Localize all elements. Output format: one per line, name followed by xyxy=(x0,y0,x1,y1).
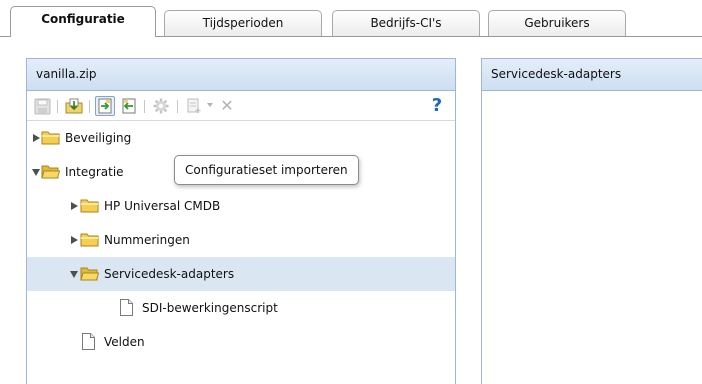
expand-arrow-icon[interactable] xyxy=(71,236,78,244)
tree-node-sdi-bewerkingenscript[interactable]: SDI-bewerkingenscript xyxy=(27,291,455,325)
import-icon[interactable] xyxy=(119,96,139,116)
panel-title: Servicedesk-adapters xyxy=(482,59,702,91)
collapse-arrow-icon[interactable] xyxy=(32,169,40,176)
collapse-arrow-icon[interactable] xyxy=(70,271,78,278)
tab-configuratie[interactable]: Configuratie xyxy=(10,6,156,37)
toolbar-separator xyxy=(144,100,145,113)
tree-node-label: Velden xyxy=(104,335,145,349)
tooltip: Configuratieset importeren xyxy=(174,155,359,185)
help-icon[interactable]: ? xyxy=(427,96,447,116)
chevron-down-icon[interactable] xyxy=(207,103,213,107)
file-icon xyxy=(120,299,133,316)
tree-node-label: Beveiliging xyxy=(65,131,132,145)
panel-title: vanilla.zip xyxy=(27,59,455,91)
tree-node-label: HP Universal CMDB xyxy=(104,199,221,213)
file-icon xyxy=(82,333,95,350)
folder-icon xyxy=(80,233,99,247)
details-panel: Servicedesk-adapters xyxy=(481,58,702,384)
open-folder-icon xyxy=(80,267,99,281)
tree-node-label: Nummeringen xyxy=(104,233,190,247)
tab-tijdsperioden[interactable]: Tijdsperioden xyxy=(164,10,322,36)
tree-node-beveiliging[interactable]: Beveiliging xyxy=(27,121,455,155)
tab-gebruikers[interactable]: Gebruikers xyxy=(488,10,626,36)
tree-node-nummeringen[interactable]: Nummeringen xyxy=(27,223,455,257)
folder-icon xyxy=(80,199,99,213)
expand-arrow-icon[interactable] xyxy=(71,202,78,210)
tree-node-servicedesk-adapters[interactable]: Servicedesk-adapters xyxy=(27,257,455,291)
tree-toolbar: ✕ ? xyxy=(27,91,455,121)
toolbar-separator xyxy=(89,100,90,113)
expand-arrow-icon[interactable] xyxy=(33,134,40,142)
config-tree-panel: vanilla.zip ✕ ? Beveiliging Integratie H… xyxy=(26,58,456,384)
tree-node-hp-universal-cmdb[interactable]: HP Universal CMDB xyxy=(27,189,455,223)
tree-node-label: Integratie xyxy=(65,165,124,179)
tree-node-label: Servicedesk-adapters xyxy=(104,267,235,281)
delete-icon[interactable]: ✕ xyxy=(217,96,237,116)
save-icon[interactable] xyxy=(32,96,52,116)
add-item-icon[interactable] xyxy=(184,96,204,116)
tree-node-label: SDI-bewerkingenscript xyxy=(142,301,278,315)
toolbar-separator xyxy=(177,100,178,113)
tab-bedrijfs-cis[interactable]: Bedrijfs-CI's xyxy=(332,10,480,36)
toolbar-separator xyxy=(57,100,58,113)
export-icon[interactable] xyxy=(64,96,84,116)
gear-icon[interactable] xyxy=(151,96,171,116)
import-config-icon[interactable] xyxy=(95,96,115,116)
tree-node-velden[interactable]: Velden xyxy=(27,325,455,359)
open-folder-icon xyxy=(41,165,60,179)
folder-icon xyxy=(41,131,60,145)
tab-bar: Configuratie Tijdsperioden Bedrijfs-CI's… xyxy=(0,0,702,42)
